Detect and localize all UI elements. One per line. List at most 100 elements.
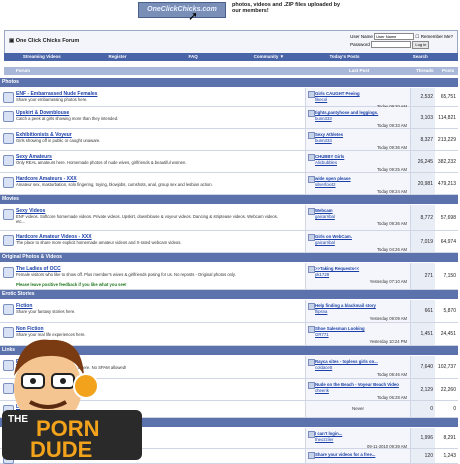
post-icon <box>308 110 315 117</box>
last-post-cell: I can't login... theozziler 09-11-2010 09:… <box>305 428 410 449</box>
last-post-cell: Rayca sites - topless girls on... coldace… <box>305 356 410 378</box>
last-post-author[interactable]: GR771 <box>315 332 329 337</box>
last-post-title[interactable]: Nude on the Beach - Voyeur Beach Video <box>315 382 399 387</box>
column-header: Forum Last Post Threads Posts <box>4 67 458 75</box>
last-post-author[interactable]: gaicarribal <box>315 214 335 219</box>
nav-faq[interactable]: FAQ <box>155 53 231 61</box>
last-post-title[interactable]: Shoe Salesman Looking <box>315 326 365 331</box>
last-post-title[interactable]: Girls on WebCam. <box>315 234 352 239</box>
post-count: 64,974 <box>440 238 456 245</box>
forum-description: Female visitors who like to show off. Pl… <box>16 272 236 277</box>
last-post-title[interactable]: Girls CAUGHT Peeing <box>315 91 360 96</box>
forum-description: Share your fantasy stories here. <box>16 309 76 314</box>
last-post-author[interactable]: cheerik <box>315 388 329 393</box>
username-label: User Name <box>350 34 373 39</box>
last-post-title[interactable]: tights,pantyhose and leggings. <box>315 110 378 115</box>
last-post-author[interactable]: flipsna <box>315 309 327 314</box>
forum-row: Hardcore Amateurs - XXX Amateur sex, mast… <box>0 173 458 195</box>
thread-count: 3,103 <box>410 107 435 128</box>
last-post-cell: Share your videos for a free... <box>305 449 410 463</box>
forum-description: Catch a peek at girls showing more than … <box>16 116 119 121</box>
last-post-date: Today 09:24 AM <box>376 189 407 194</box>
category-header[interactable]: Photos <box>0 78 458 87</box>
last-post-cell: wide open please silverfox42 Today 09:24 A… <box>305 173 410 194</box>
password-input[interactable] <box>371 41 412 49</box>
last-post-title[interactable]: Rayca sites - topless girls on... <box>315 359 378 364</box>
last-post-author[interactable]: fikecol <box>315 97 327 102</box>
last-post-title[interactable]: Webcam <box>315 208 333 213</box>
thread-count: 8,327 <box>410 129 435 150</box>
forum-status-icon <box>3 177 14 188</box>
last-post-date: Today 06:28 AM <box>376 395 407 400</box>
forum-row: Upskirt & Downblouse Catch a peek at girl… <box>0 107 458 129</box>
forum-description: The place to share more explicit homemad… <box>16 240 182 245</box>
post-count: 102,737 <box>437 364 456 370</box>
last-post-title[interactable]: Help finding a blackmail story <box>315 303 376 308</box>
thread-count: 271 <box>410 263 435 289</box>
last-post-author[interactable]: gaicarribal <box>315 240 335 245</box>
forum-header-box: ▣ One Click Chicks Forum User Name ☐ Rem… <box>4 30 458 54</box>
thread-count: 2,129 <box>410 379 435 400</box>
thread-count: 8,772 <box>410 205 435 230</box>
forum-description: Share your embarrassing photos here. <box>16 97 88 102</box>
forum-row: The Ladies of OCC Female visitors who lik… <box>0 263 458 290</box>
last-post-author[interactable]: silverfox42 <box>315 182 336 187</box>
nav-streaming-videos[interactable]: Streaming Videos <box>4 53 80 61</box>
forum-status-icon <box>3 155 14 166</box>
last-post-date: Today 09:25 AM <box>376 167 407 172</box>
last-post-title[interactable]: CHUBBY Girls <box>315 154 344 159</box>
category-header[interactable]: Erotic Stories <box>0 290 458 299</box>
category-header[interactable]: Original Photos & Videos <box>0 253 458 262</box>
forum-status-icon <box>3 209 14 220</box>
last-post-title[interactable]: >>Taking Requests<< <box>315 266 359 271</box>
last-post-cell: Sexy Athletes bunn333 Today 09:36 AM <box>305 129 410 150</box>
last-post-cell: Help finding a blackmail story flipsna Yes… <box>305 300 410 322</box>
post-count: 479,213 <box>437 180 456 187</box>
last-post-title[interactable]: Sexy Athletes <box>315 132 343 137</box>
forum-description: Girls showing off in public or caught un… <box>16 138 101 143</box>
last-post-date: Today 08:46 AM <box>376 372 407 377</box>
nav-community[interactable]: Community ▼ <box>231 53 307 61</box>
last-post-title[interactable]: Share your videos for a free... <box>315 452 375 457</box>
last-post-cell: Shoe Salesman Looking GR771 Yesterday 10:2… <box>305 323 410 345</box>
last-post-date: Yesterday 07:10 AM <box>369 279 407 284</box>
col-forum: Forum <box>16 68 30 73</box>
last-post-author[interactable]: theozziler <box>315 437 333 442</box>
last-post-title[interactable]: I can't login... <box>315 431 342 436</box>
thread-count: 0 <box>410 401 435 417</box>
last-post-author[interactable]: Alicbubbles <box>315 160 337 165</box>
post-count: 22,260 <box>440 386 456 393</box>
category-header[interactable]: Movies <box>0 195 458 204</box>
forum-feedback-note: Please leave positive feedback if you li… <box>16 282 127 287</box>
nav-search[interactable]: Search <box>382 53 458 61</box>
forum-description: Only REAL amateurs here. Homemade photos… <box>16 160 187 165</box>
thread-count: 661 <box>410 300 435 322</box>
login-button[interactable]: Log in <box>412 41 430 49</box>
forum-description: ENF videos. Softcore homemade videos. Pr… <box>16 214 278 224</box>
thread-count: 2,532 <box>410 88 435 106</box>
last-post-author[interactable]: pk1729 <box>315 272 329 277</box>
forum-row: ENF - Embarrassed Nude Females Share your… <box>0 88 458 109</box>
remember-checkbox[interactable]: ☐ <box>415 34 419 39</box>
last-post-author[interactable]: coldacett <box>315 365 332 370</box>
nav-register[interactable]: Register <box>80 53 156 61</box>
last-post-cell: Webcam gaicarribal Today 09:36 AM <box>305 205 410 230</box>
last-post-title[interactable]: wide open please <box>315 176 351 181</box>
post-count: 65,751 <box>440 94 456 100</box>
site-logo[interactable]: OneClickChicks.com <box>138 2 226 18</box>
thread-count: 1,451 <box>410 323 435 345</box>
post-count: 57,698 <box>440 214 456 221</box>
thread-count: 26,245 <box>410 151 435 172</box>
forum-row: Sexy Videos ENF videos. Softcore homemade… <box>0 205 458 231</box>
last-post-author[interactable]: bunn333 <box>315 138 332 143</box>
site-tagline: photos, videos and .ZIP files uploaded b… <box>232 2 341 14</box>
last-post-author[interactable]: bunn333 <box>315 116 332 121</box>
site-banner: OneClickChicks.com ➚ photos, videos and … <box>0 0 460 22</box>
forum-title[interactable]: ▣ One Click Chicks Forum <box>9 38 79 44</box>
watermark-line3: DUDE <box>30 437 92 460</box>
username-input[interactable] <box>374 33 415 41</box>
post-icon <box>308 208 315 215</box>
nav-todays-posts[interactable]: Today's Posts <box>307 53 383 61</box>
last-post-cell: >>Taking Requests<< pk1729 Yesterday 07:10… <box>305 263 410 289</box>
navbar: Streaming Videos Register FAQ Community … <box>4 53 458 61</box>
